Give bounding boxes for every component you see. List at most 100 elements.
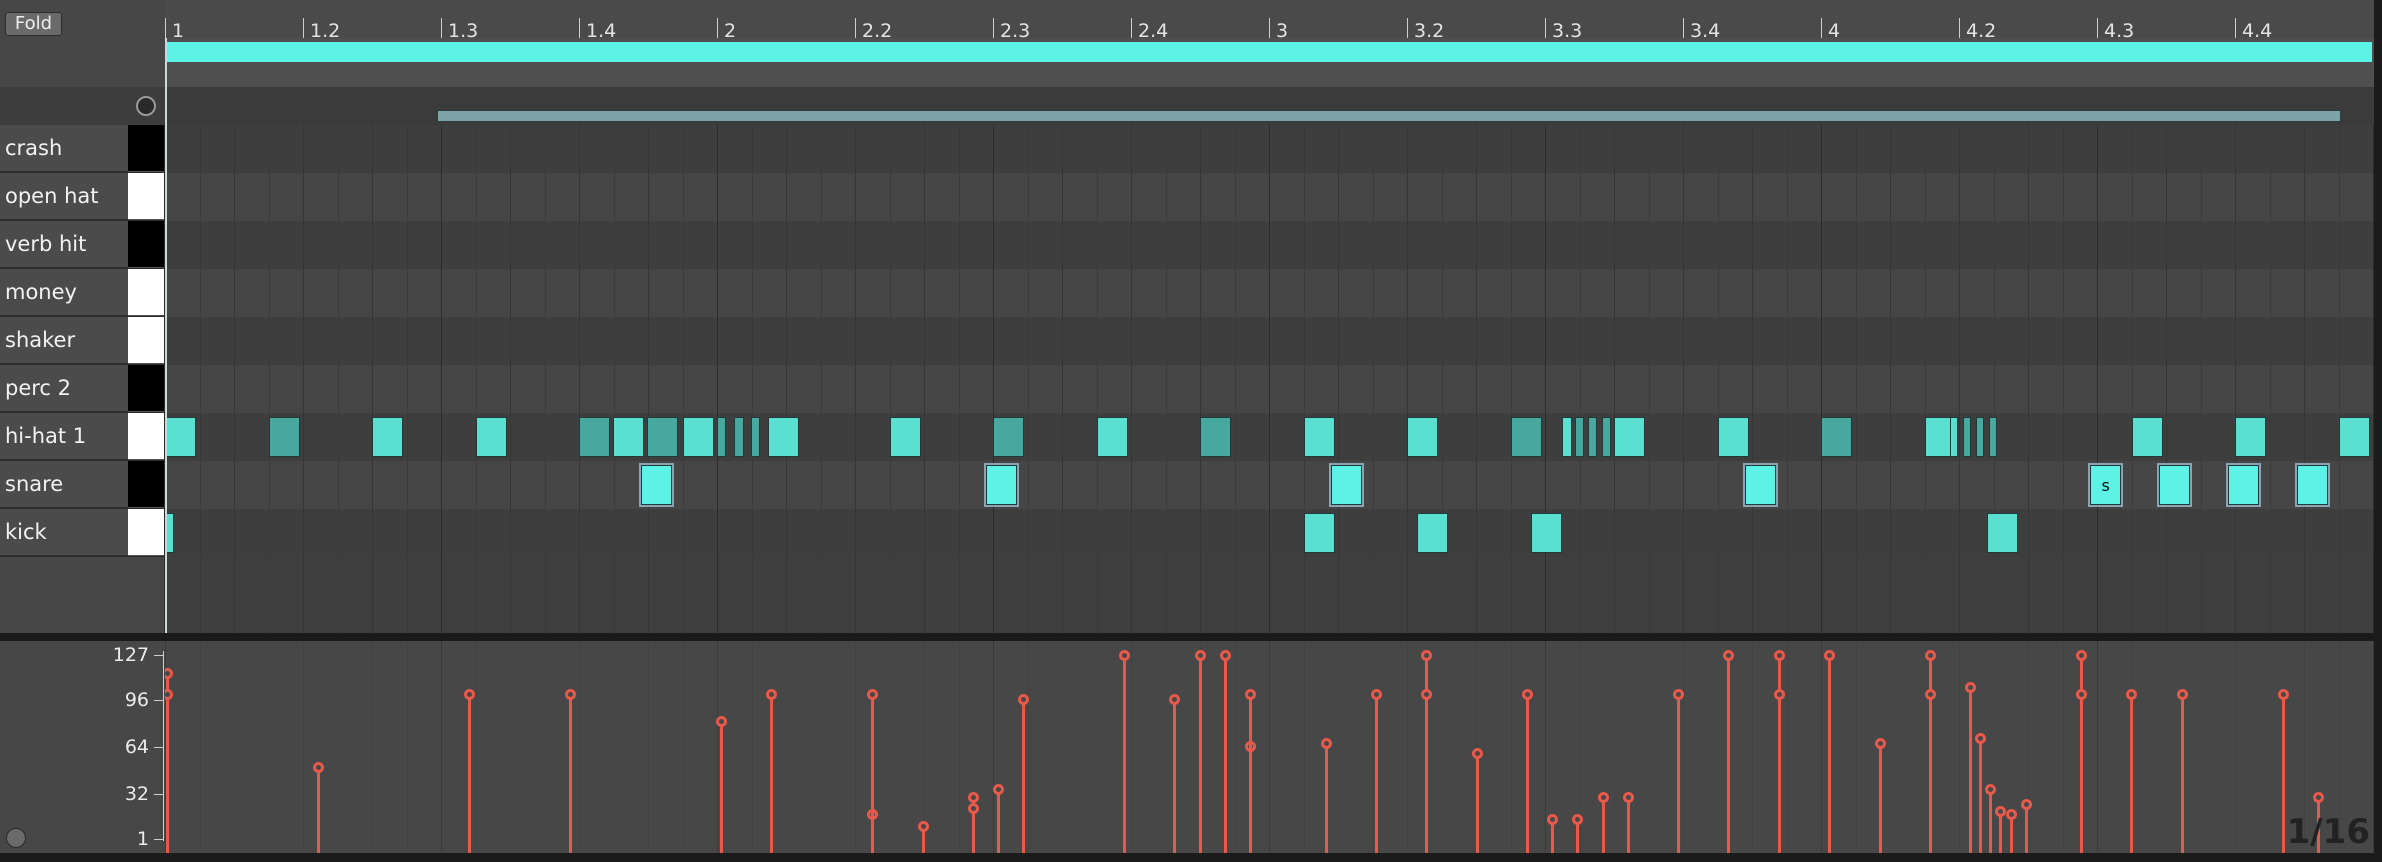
velocity-handle[interactable] — [967, 803, 979, 815]
velocity-handle[interactable] — [1521, 689, 1533, 701]
velocity-handle[interactable] — [1622, 791, 1634, 803]
note[interactable] — [1531, 513, 1563, 553]
fold-button[interactable]: Fold — [5, 12, 62, 36]
velocity-handle[interactable] — [1985, 784, 1997, 796]
velocity-handle[interactable] — [1824, 650, 1836, 661]
clip-region-bar[interactable] — [437, 110, 2341, 122]
note[interactable] — [768, 417, 800, 457]
velocity-stem[interactable] — [1198, 655, 1202, 853]
velocity-handle[interactable] — [1421, 650, 1433, 661]
velocity-handle[interactable] — [967, 791, 979, 803]
loop-brace[interactable] — [166, 42, 2372, 62]
velocity-stem[interactable] — [1173, 698, 1177, 853]
note[interactable] — [1562, 417, 1572, 457]
velocity-stem[interactable] — [1828, 655, 1832, 853]
velocity-handle[interactable] — [1995, 806, 2007, 818]
velocity-stem[interactable] — [971, 808, 975, 853]
note[interactable] — [993, 417, 1025, 457]
velocity-handle[interactable] — [1773, 689, 1785, 701]
velocity-handle[interactable] — [1924, 650, 1936, 661]
lane-label[interactable]: crash — [0, 125, 128, 172]
velocity-handle[interactable] — [2005, 809, 2017, 821]
note[interactable] — [1407, 417, 1439, 457]
velocity-handle[interactable] — [1421, 689, 1433, 701]
note[interactable] — [1417, 513, 1449, 553]
note[interactable] — [2338, 417, 2370, 457]
note[interactable] — [1510, 417, 1542, 457]
velocity-stem[interactable] — [468, 694, 472, 853]
note[interactable] — [475, 417, 507, 457]
note[interactable] — [165, 417, 197, 457]
velocity-stem[interactable] — [317, 767, 321, 853]
lane-label[interactable]: snare — [0, 461, 128, 508]
piano-key[interactable] — [128, 461, 164, 508]
velocity-handle[interactable] — [165, 667, 173, 679]
velocity-handle[interactable] — [2020, 798, 2032, 810]
note[interactable] — [682, 417, 714, 457]
piano-key[interactable] — [128, 173, 164, 220]
velocity-handle[interactable] — [564, 689, 576, 701]
velocity-handle[interactable] — [1572, 813, 1584, 825]
velocity-handle[interactable] — [1597, 791, 1609, 803]
velocity-stem[interactable] — [997, 789, 1001, 853]
velocity-lane[interactable] — [165, 641, 2374, 853]
note[interactable] — [1986, 513, 2018, 553]
velocity-stem[interactable] — [1989, 789, 1993, 853]
velocity-handle[interactable] — [1119, 650, 1131, 661]
piano-key[interactable] — [128, 413, 164, 460]
velocity-stem[interactable] — [1878, 742, 1882, 853]
velocity-stem[interactable] — [2024, 803, 2028, 853]
velocity-stem[interactable] — [1425, 694, 1429, 853]
note[interactable] — [1743, 463, 1779, 507]
note[interactable] — [1950, 417, 1959, 457]
note[interactable] — [1096, 417, 1128, 457]
lane-label[interactable]: kick — [0, 509, 128, 556]
velocity-handle[interactable] — [313, 762, 325, 774]
velocity-handle[interactable] — [1244, 689, 1256, 701]
note[interactable] — [750, 417, 761, 457]
note[interactable]: s — [2088, 463, 2124, 507]
note[interactable] — [716, 417, 726, 457]
velocity-handle[interactable] — [1219, 650, 1231, 661]
note[interactable] — [984, 463, 1020, 507]
lane-label[interactable]: money shot — [0, 269, 128, 351]
velocity-handle[interactable] — [1320, 737, 1332, 749]
note[interactable] — [1574, 417, 1584, 457]
velocity-stem[interactable] — [1969, 687, 1973, 853]
piano-key[interactable] — [128, 125, 164, 172]
headphones-icon[interactable] — [136, 96, 156, 116]
velocity-handle[interactable] — [2076, 689, 2088, 701]
beat-ruler[interactable]: 1 1.2 1.3 1.4 2 2.2 2.3 2.4 3 3.2 3.3 3.4 4 4.2 4.3 4.4 — [165, 0, 2374, 42]
note[interactable] — [1601, 417, 1611, 457]
note[interactable] — [2131, 417, 2163, 457]
note[interactable] — [1303, 513, 1335, 553]
note[interactable] — [639, 463, 675, 507]
velocity-handle[interactable] — [2312, 791, 2324, 803]
lane-divider[interactable] — [0, 633, 2382, 641]
velocity-stem[interactable] — [871, 694, 875, 853]
note[interactable] — [268, 417, 300, 457]
piano-key[interactable] — [128, 509, 164, 556]
velocity-stem[interactable] — [1601, 796, 1605, 853]
piano-key[interactable] — [128, 269, 164, 316]
lane-label[interactable]: shaker — [0, 317, 128, 364]
velocity-stem[interactable] — [1324, 742, 1328, 853]
lane-label[interactable]: verb hit — [0, 221, 128, 268]
note[interactable] — [1329, 463, 1365, 507]
note[interactable] — [1303, 417, 1335, 457]
velocity-handle[interactable] — [1471, 747, 1483, 759]
note[interactable] — [734, 417, 744, 457]
velocity-handle[interactable] — [1924, 689, 1936, 701]
note[interactable] — [1988, 417, 1997, 457]
velocity-stem[interactable] — [1525, 694, 1529, 853]
velocity-stem[interactable] — [1248, 694, 1252, 853]
velocity-handle[interactable] — [1370, 689, 1382, 701]
velocity-stem[interactable] — [720, 720, 724, 853]
velocity-stem[interactable] — [1777, 694, 1781, 853]
velocity-stem[interactable] — [1999, 811, 2003, 853]
velocity-handle[interactable] — [1975, 733, 1987, 745]
note[interactable] — [1821, 417, 1853, 457]
piano-key[interactable] — [128, 317, 164, 364]
velocity-stem[interactable] — [2281, 694, 2285, 853]
lane-label[interactable]: perc 2 — [0, 365, 128, 412]
